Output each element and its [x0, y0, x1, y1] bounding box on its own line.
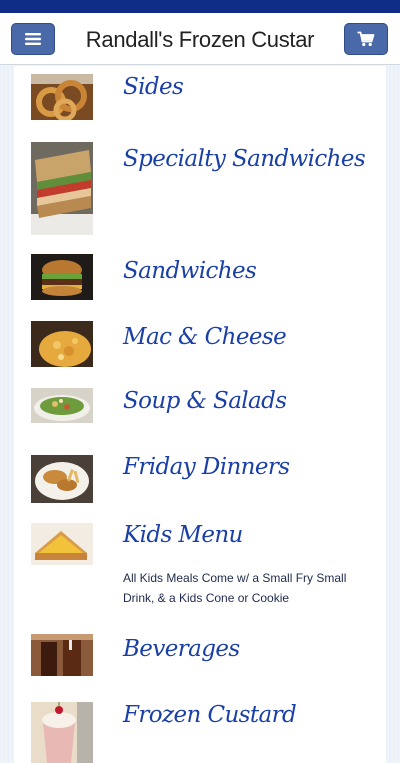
page-margin-left	[0, 66, 14, 763]
category-mac-cheese[interactable]: Mac & Cheese	[14, 318, 386, 370]
cart-button[interactable]	[344, 23, 388, 55]
salad-photo	[31, 388, 93, 423]
onion-rings-photo	[31, 74, 93, 120]
category-label: Frozen Custard	[123, 702, 297, 728]
category-label: Friday Dinners	[123, 454, 290, 480]
category-sides[interactable]: Sides	[14, 66, 386, 124]
top-accent-bar	[0, 0, 400, 13]
mac-and-cheese-photo	[31, 321, 93, 367]
app-header: Randall's Frozen Custar	[0, 13, 400, 65]
category-label: Soup & Salads	[123, 388, 287, 414]
shopping-cart-icon	[357, 31, 375, 47]
page-title: Randall's Frozen Custar	[85, 27, 315, 52]
category-description: All Kids Meals Come w/ a Small Fry Small…	[123, 571, 347, 605]
category-label: Beverages	[123, 636, 240, 662]
milkshake-photo	[31, 702, 93, 763]
burger-photo	[31, 254, 93, 300]
category-label: Sides	[123, 74, 184, 100]
category-label: Sandwiches	[123, 258, 257, 284]
category-frozen-custard[interactable]: Frozen Custard	[14, 698, 386, 763]
category-kids-menu[interactable]: Kids Menu All Kids Meals Come w/ a Small…	[14, 518, 386, 618]
category-label: Specialty Sandwiches	[123, 146, 366, 172]
category-friday-dinners[interactable]: Friday Dinners	[14, 450, 386, 510]
menu-button[interactable]	[11, 23, 55, 55]
category-label: Mac & Cheese	[123, 324, 287, 350]
category-specialty-sandwiches[interactable]: Specialty Sandwiches	[14, 138, 386, 236]
category-soup-salads[interactable]: Soup & Salads	[14, 384, 386, 436]
grilled-cheese-photo	[31, 523, 93, 565]
page-margin-right	[386, 66, 400, 763]
panini-sandwich-photo	[31, 142, 93, 235]
hamburger-menu-icon	[25, 33, 41, 45]
menu-category-list: Sides Specialty Sandwiches Sandwiches Ma…	[14, 66, 386, 763]
category-sandwiches[interactable]: Sandwiches	[14, 252, 386, 304]
category-label: Kids Menu	[123, 522, 243, 548]
soft-drink-photo	[31, 634, 93, 676]
fish-dinner-photo	[31, 455, 93, 503]
category-beverages[interactable]: Beverages	[14, 632, 386, 684]
